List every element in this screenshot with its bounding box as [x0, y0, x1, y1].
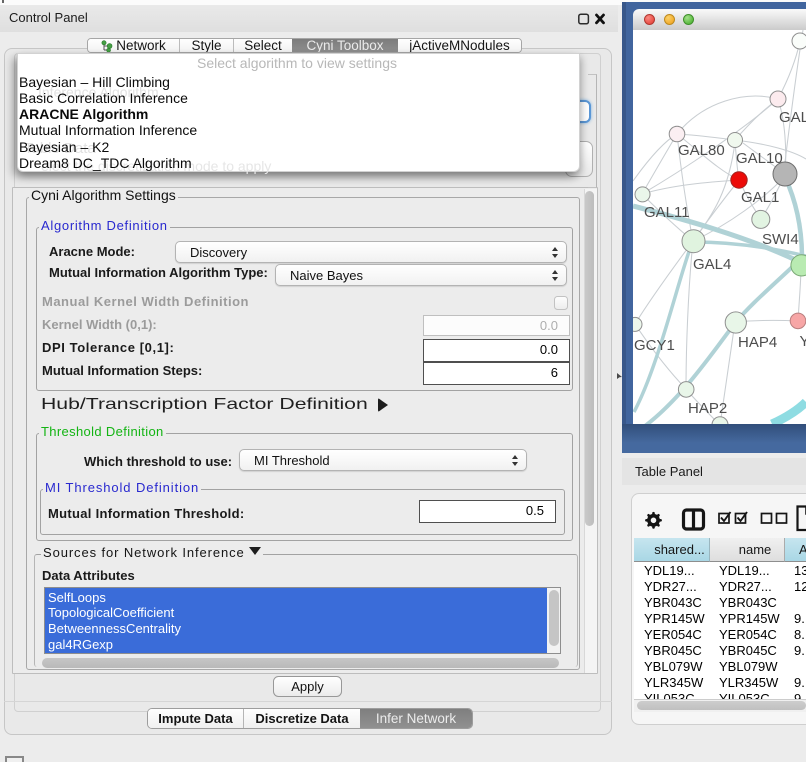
- svg-text:Y: Y: [800, 333, 806, 350]
- svg-text:GAL1: GAL1: [741, 189, 779, 206]
- svg-text:GCY1: GCY1: [634, 337, 675, 354]
- svg-text:GAL11: GAL11: [644, 204, 690, 221]
- svg-text:GAL2: GAL2: [779, 109, 806, 126]
- svg-text:GAL4: GAL4: [693, 256, 731, 273]
- svg-text:GAL10: GAL10: [736, 150, 783, 167]
- svg-text:GAL80: GAL80: [678, 142, 725, 159]
- svg-text:HAP4: HAP4: [738, 334, 777, 351]
- svg-text:SWI4: SWI4: [762, 231, 799, 248]
- svg-text:HAP2: HAP2: [688, 400, 727, 417]
